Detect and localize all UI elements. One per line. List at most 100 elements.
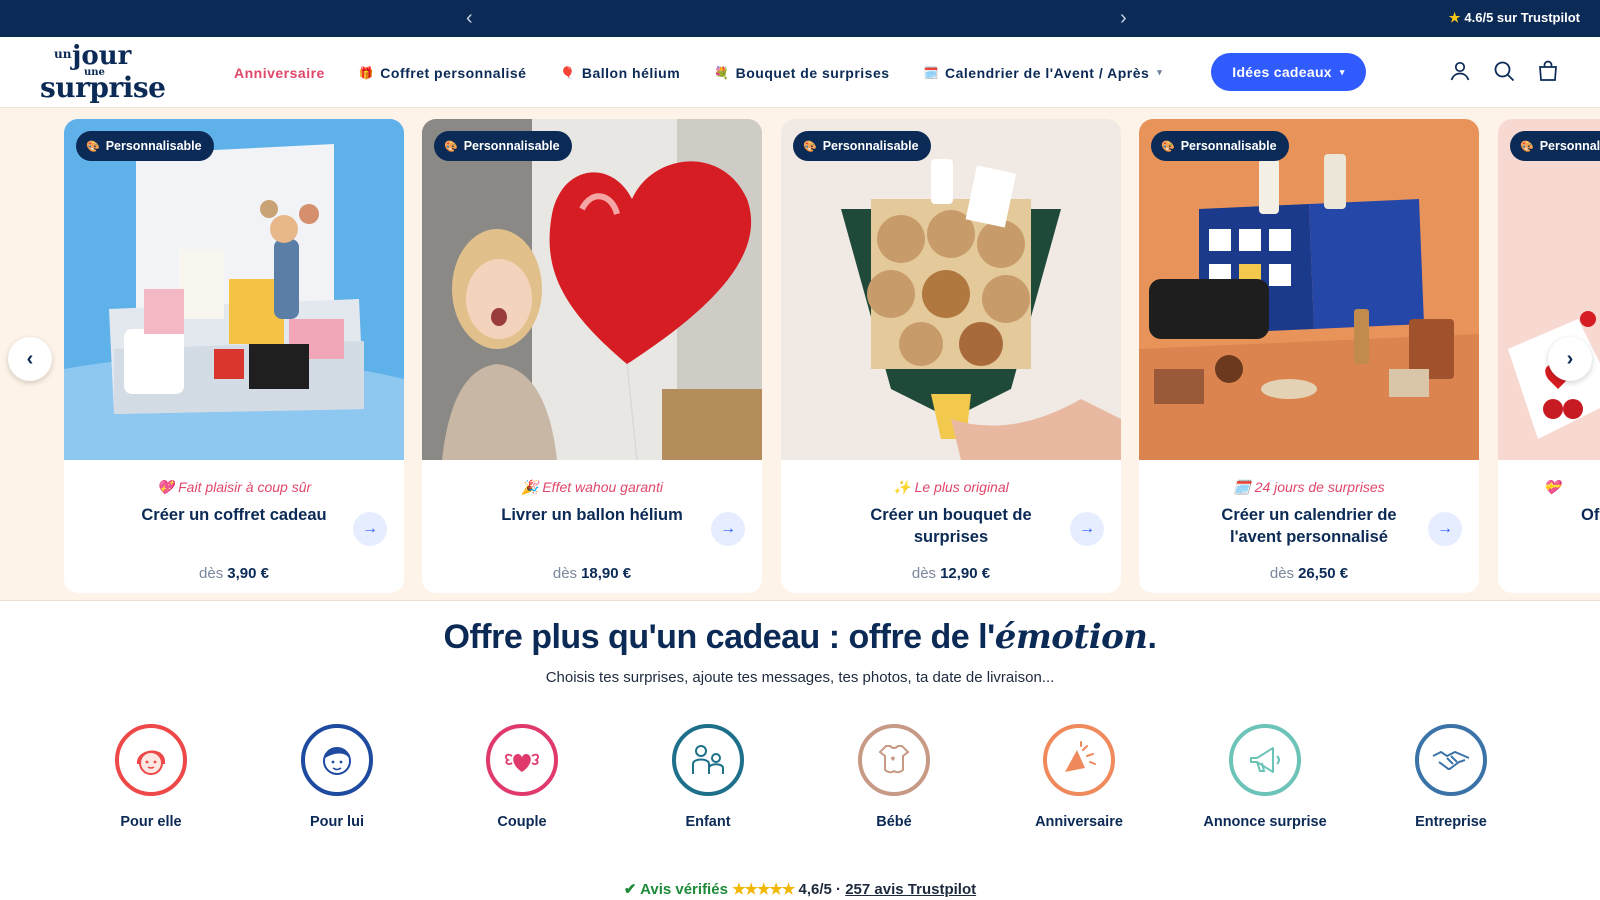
product-card-ballon[interactable]: 🎨 Personnalisable 🎉 Effet wahou garanti L… — [422, 119, 762, 593]
category-label: Anniversaire — [1035, 814, 1123, 830]
main-nav: Anniversaire 🎁 Coffret personnalisé 🎈 Ba… — [234, 37, 1196, 108]
product-title: Créer un calendrier de l'avent personnal… — [1221, 506, 1397, 546]
carousel-prev-button[interactable]: ‹ — [8, 337, 52, 381]
product-title: Créer un coffret cadeau — [141, 506, 327, 524]
nav-item-anniversaire[interactable]: Anniversaire — [234, 65, 325, 81]
search-icon[interactable] — [1492, 59, 1516, 83]
category-pour-lui[interactable]: Pour lui — [257, 724, 417, 835]
stars-icon: ★★★★★ — [732, 881, 795, 898]
emotion-subtitle: Choisis tes surprises, ajoute tes messag… — [545, 669, 1055, 686]
verified-label: Avis vérifiés — [640, 881, 728, 898]
arrow-right-icon[interactable]: → — [711, 512, 745, 546]
product-card-bouquet[interactable]: 🎨 Personnalisable ✨ Le plus original Crée… — [781, 119, 1121, 593]
headline-emphasis: émotion — [994, 617, 1148, 657]
nav-item-coffret[interactable]: 🎁 Coffret personnalisé — [359, 65, 527, 81]
badge-label: Personnalisable — [105, 139, 202, 153]
trustpilot-rating-text: 4.6/5 sur Trustpilot — [1464, 10, 1580, 25]
price-value: 18,90 € — [581, 565, 632, 582]
palette-icon: 🎨 — [86, 140, 100, 153]
product-image-bouquet — [781, 119, 1121, 460]
nav-item-label: Ballon hélium — [581, 64, 681, 81]
woman-face-icon — [115, 724, 187, 796]
star-icon: ★ — [1448, 10, 1461, 25]
price-value: 26,50 € — [1298, 565, 1349, 582]
emotion-headline: Offre plus qu'un cadeau : offre de l'émo… — [0, 617, 1600, 657]
arrow-right-icon[interactable]: → — [1428, 512, 1462, 546]
personalizable-badge: 🎨 Personnalisable — [793, 131, 931, 161]
verified-reviews: ✔ Avis vérifiés ★★★★★ 4,6/5 · 257 avis T… — [0, 880, 1600, 898]
product-tagline: 💖 Fait plaisir à coup sûr — [156, 479, 312, 495]
product-price: dès 3,90 € — [64, 565, 404, 582]
trustpilot-reviews-link[interactable]: 257 avis Trustpilot — [845, 881, 976, 898]
price-prefix: dès — [911, 565, 937, 582]
product-tagline: 💝 — [1543, 479, 1561, 495]
category-label: Entreprise — [1415, 814, 1487, 830]
product-image-coffret — [64, 119, 404, 460]
price-value: 12,90 € — [940, 565, 991, 582]
gift-ideas-button[interactable]: Idées cadeaux ▾ — [1211, 53, 1366, 91]
product-image-calendrier — [1139, 119, 1479, 460]
carousel-next-button[interactable]: › — [1548, 337, 1592, 381]
check-circle-icon: ✔ — [623, 881, 637, 898]
nav-item-bouquet[interactable]: 💐 Bouquet de surprises — [714, 65, 889, 81]
badge-label: Personnalisable — [1539, 139, 1600, 153]
gift-icon: 🎁 — [358, 65, 375, 80]
trustpilot-rating[interactable]: ★ 4.6/5 sur Trustpilot — [1449, 10, 1580, 26]
category-anniversaire[interactable]: Anniversaire — [999, 724, 1159, 835]
palette-icon: 🎨 — [1520, 140, 1534, 153]
announcement-prev-arrow[interactable]: ‹ — [466, 7, 473, 29]
badge-label: Personnalisable — [463, 139, 560, 153]
logo[interactable]: un jour une surprise — [38, 41, 166, 104]
category-entreprise[interactable]: Entreprise — [1371, 724, 1531, 835]
price-prefix: dès — [199, 565, 224, 582]
product-card-calendrier[interactable]: 🎨 Personnalisable 🗓️ 24 jours de surprise… — [1139, 119, 1479, 593]
nav-item-label: Bouquet de surprises — [735, 64, 890, 81]
personalizable-badge: 🎨 Personnalisable — [76, 131, 214, 161]
category-label: Pour elle — [120, 814, 182, 830]
user-icon[interactable] — [1448, 59, 1472, 83]
product-price: dès 18,90 € — [422, 565, 762, 582]
nav-item-ballon[interactable]: 🎈 Ballon hélium — [560, 65, 680, 81]
product-title: Of — [1581, 506, 1600, 524]
nav-item-calendrier[interactable]: 🗓️ Calendrier de l'Avent / Après ▾ — [924, 65, 1163, 81]
price-prefix: dès — [1269, 565, 1295, 582]
family-icon — [672, 724, 744, 796]
chevron-down-icon: ▾ — [1339, 66, 1345, 77]
chevron-down-icon: ▾ — [1157, 67, 1163, 77]
price-prefix: dès — [552, 565, 578, 582]
balloon-icon: 🎈 — [560, 65, 576, 80]
category-pour-elle[interactable]: Pour elle — [71, 724, 231, 835]
baby-bodysuit-icon — [858, 724, 930, 796]
palette-icon: 🎨 — [1161, 140, 1175, 153]
product-price: dès 26,50 € — [1139, 565, 1479, 582]
personalizable-badge: 🎨 Personnalisable — [1151, 131, 1289, 161]
logo-word-un: un — [54, 47, 72, 61]
party-popper-icon — [1043, 724, 1115, 796]
product-image-ballon — [422, 119, 762, 460]
category-enfant[interactable]: Enfant — [628, 724, 788, 835]
personalizable-badge: 🎨 Personnalisable — [1510, 131, 1600, 161]
bag-icon[interactable] — [1536, 59, 1560, 83]
product-price: dès 12,90 € — [781, 565, 1121, 582]
bouquet-icon: 💐 — [714, 65, 730, 80]
site-header: un jour une surprise Anniversaire 🎁 Coff… — [0, 37, 1600, 108]
nav-item-label: Calendrier de l'Avent / Après — [945, 64, 1150, 81]
review-score: 4,6/5 · — [798, 881, 842, 898]
palette-icon: 🎨 — [803, 140, 817, 153]
nav-item-label: Coffret personnalisé — [380, 64, 527, 81]
megaphone-icon — [1229, 724, 1301, 796]
winged-heart-icon — [486, 724, 558, 796]
badge-label: Personnalisable — [1180, 139, 1277, 153]
palette-icon: 🎨 — [444, 140, 458, 153]
arrow-right-icon[interactable]: → — [1070, 512, 1104, 546]
nav-item-label: Anniversaire — [234, 64, 325, 81]
category-couple[interactable]: Couple — [442, 724, 602, 835]
chevron-right-icon: › — [1566, 347, 1574, 370]
category-bebe[interactable]: Bébé — [814, 724, 974, 835]
category-annonce-surprise[interactable]: Annonce surprise — [1185, 724, 1345, 835]
product-card-coffret[interactable]: 🎨 Personnalisable 💖 Fait plaisir à coup s… — [64, 119, 404, 593]
chevron-left-icon: ‹ — [26, 347, 34, 370]
arrow-right-icon[interactable]: → — [353, 512, 387, 546]
man-face-icon — [301, 724, 373, 796]
announcement-next-arrow[interactable]: › — [1120, 7, 1127, 29]
